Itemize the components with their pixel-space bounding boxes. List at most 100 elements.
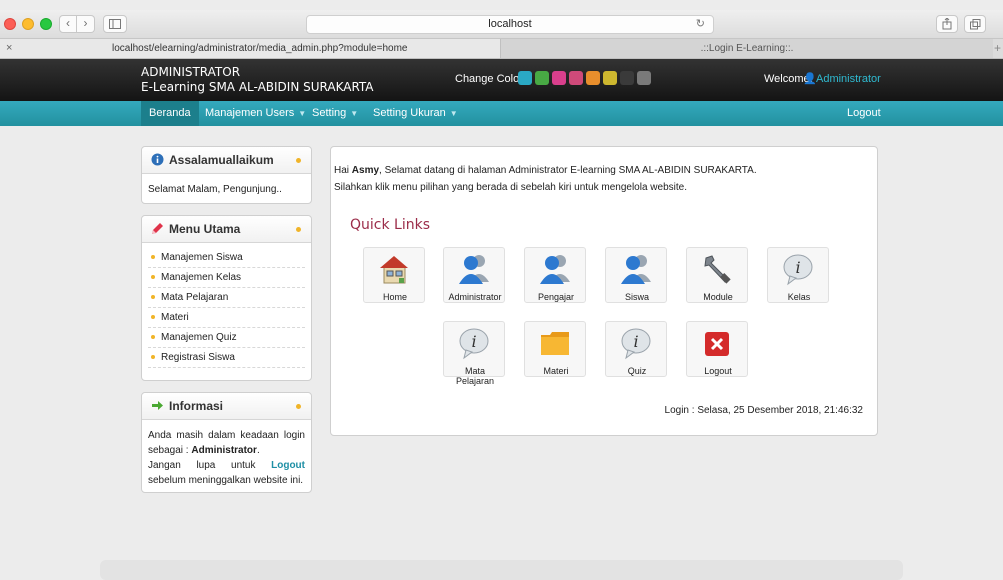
tab-login[interactable]: .::Login E-Learning::. (501, 39, 993, 58)
menu-item-manajemen-siswa[interactable]: Manajemen Siswa (148, 248, 305, 268)
nav-users-label: Manajemen Users (205, 107, 295, 119)
quick-link-label: Home (382, 292, 407, 302)
quick-link-quiz[interactable]: i Quiz (605, 321, 667, 377)
quick-link-label: Mata Pelajaran (455, 366, 495, 386)
menu-item-manajemen-quiz[interactable]: Manajemen Quiz (148, 328, 305, 348)
quick-link-materi[interactable]: Materi (524, 321, 586, 377)
info-icon: i (621, 328, 651, 360)
tabs-icon (969, 19, 980, 30)
color-swatch[interactable] (637, 71, 651, 85)
window-maximize-button[interactable] (40, 18, 52, 30)
forward-button[interactable]: › (77, 15, 95, 33)
color-swatch[interactable] (586, 71, 600, 85)
box-title: Informasi (169, 399, 224, 413)
menu-item-mata-pelajaran[interactable]: Mata Pelajaran (148, 288, 305, 308)
quick-link-mata-pelajaran[interactable]: i Mata Pelajaran (443, 321, 505, 386)
chevron-down-icon: ▼ (350, 109, 359, 118)
quick-link-label: Logout (704, 366, 732, 376)
menu-item-label: Mata Pelajaran (161, 292, 229, 303)
main-nav: Beranda Manajemen Users ▼ Setting ▼ Settin… (0, 101, 1003, 126)
greeting-line-2: Silahkan klik menu pilihan yang berada d… (334, 182, 687, 193)
menu-item-label: Manajemen Kelas (161, 272, 242, 283)
menu-item-manajemen-kelas[interactable]: Manajemen Kelas (148, 268, 305, 288)
info-text-3: sebelum meninggalkan website ini. (148, 475, 304, 486)
window-minimize-button[interactable] (22, 18, 34, 30)
color-swatch[interactable] (569, 71, 583, 85)
box-title: Assalamuallaikum (169, 153, 274, 167)
dot-icon (296, 404, 301, 409)
color-swatch[interactable] (535, 71, 549, 85)
reload-icon[interactable]: ↻ (696, 16, 705, 33)
box-header: Menu Utama (142, 216, 311, 243)
folder-icon (541, 332, 569, 355)
nav-beranda[interactable]: Beranda (141, 101, 199, 126)
nav-setting[interactable]: Setting ▼ (312, 101, 358, 126)
chevron-right-icon: › (83, 16, 88, 30)
chevron-down-icon: ▼ (449, 109, 458, 118)
info-text: Anda masih dalam keadaan login sebagai :… (148, 430, 305, 486)
share-icon (942, 17, 952, 30)
nav-setting-label: Setting (312, 107, 347, 119)
quick-link-siswa[interactable]: Siswa (605, 247, 667, 303)
bullet-icon (151, 275, 155, 279)
quick-link-label: Administrator (448, 292, 502, 302)
nav-logout[interactable]: Logout (847, 101, 881, 126)
close-icon[interactable]: × (6, 39, 12, 58)
quick-link-label: Kelas (787, 292, 811, 302)
tab-media-admin[interactable]: × localhost/elearning/administrator/medi… (0, 39, 501, 58)
info-logout-link[interactable]: Logout (271, 460, 305, 471)
quick-link-home[interactable]: Home (363, 247, 425, 303)
brand-title: ADMINISTRATOR (141, 65, 241, 79)
back-button[interactable]: ‹ (59, 15, 77, 33)
quick-link-logout[interactable]: Logout (686, 321, 748, 377)
user-link[interactable]: Administrator (816, 73, 881, 85)
home-icon (380, 256, 408, 284)
sidebar-icon (109, 19, 121, 29)
svg-text:i: i (633, 332, 638, 351)
tab-title: localhost/elearning/administrator/media_… (112, 43, 408, 54)
main-menu-box: Menu Utama Manajemen Siswa Manajemen Kel… (141, 215, 312, 381)
nav-setting-ukuran[interactable]: Setting Ukuran ▼ (373, 101, 458, 126)
dot-icon (296, 227, 301, 232)
change-color-label: Change Color (455, 73, 523, 85)
box-body: Selamat Malam, Pengunjung.. (148, 184, 282, 195)
sidebar-toggle-button[interactable] (103, 15, 127, 33)
nav-beranda-label: Beranda (149, 107, 191, 119)
menu-item-materi[interactable]: Materi (148, 308, 305, 328)
close-icon (705, 332, 729, 356)
show-tabs-button[interactable] (964, 15, 986, 33)
arrow-right-icon (152, 401, 163, 410)
address-bar[interactable]: localhost ↻ (306, 15, 714, 34)
color-swatch[interactable] (552, 71, 566, 85)
info-text-2: Jangan lupa untuk (148, 460, 272, 471)
share-button[interactable] (936, 15, 958, 33)
address-text: localhost (488, 18, 532, 30)
brand-subtitle: E-Learning SMA AL-ABIDIN SURAKARTA (141, 80, 374, 94)
menu-item-registrasi-siswa[interactable]: Registrasi Siswa (148, 348, 305, 368)
color-swatch[interactable] (620, 71, 634, 85)
color-swatch[interactable] (603, 71, 617, 85)
bullet-icon (151, 255, 155, 259)
quick-link-kelas[interactable]: i Kelas (767, 247, 829, 303)
info-icon: i (783, 254, 813, 286)
nav-manajemen-users[interactable]: Manajemen Users ▼ (205, 101, 306, 126)
new-tab-button[interactable]: + (994, 39, 1001, 58)
quick-link-administrator[interactable]: Administrator (443, 247, 505, 303)
user-icon: 👤 (803, 73, 817, 85)
box-header: Assalamuallaikum (142, 147, 311, 174)
quick-link-pengajar[interactable]: Pengajar (524, 247, 586, 303)
quick-links-title: Quick Links (350, 217, 431, 233)
info-icon: i (459, 328, 489, 360)
information-box: Informasi Anda masih dalam keadaan login… (141, 392, 312, 493)
quick-link-label: Materi (543, 366, 569, 376)
chevron-left-icon: ‹ (66, 16, 70, 30)
bullet-icon (151, 355, 155, 359)
box-header: Informasi (142, 393, 311, 420)
pencil-icon (152, 223, 163, 234)
color-swatch[interactable] (518, 71, 532, 85)
users-icon (621, 255, 651, 284)
window-close-button[interactable] (4, 18, 16, 30)
quick-link-module[interactable]: Module (686, 247, 748, 303)
greet-prefix: Hai (334, 165, 352, 176)
browser-toolbar: ‹ › localhost ↻ (0, 10, 1003, 39)
